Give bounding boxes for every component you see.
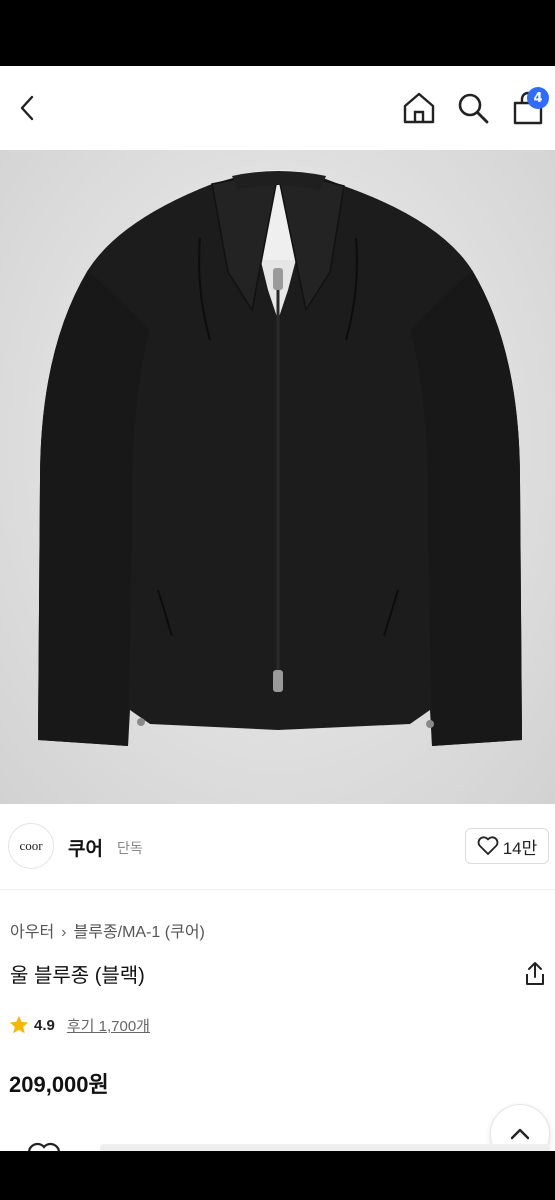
breadcrumb-subcategory[interactable]: 블루종/MA-1 (쿠어)	[74, 924, 205, 941]
chevron-right-icon: ›	[61, 924, 67, 941]
like-count: 14만	[502, 838, 538, 858]
screen-bottom-bezel	[0, 1151, 555, 1200]
cart-button[interactable]: 4	[508, 87, 549, 128]
search-icon	[458, 93, 489, 124]
brand-row: coor 쿠어 단독 14만	[0, 804, 555, 890]
product-screen: 4 coor 쿠어 단독 14만 아우터 › 블루종/MA-1 (쿠어) 울 블…	[0, 66, 555, 1151]
jacket-illustration	[38, 170, 522, 746]
heart-icon	[477, 836, 499, 855]
home-icon	[403, 92, 435, 124]
brand-name[interactable]: 쿠어	[68, 834, 103, 861]
back-button[interactable]	[8, 88, 48, 128]
product-price: 209,000원	[9, 1072, 109, 1097]
search-button[interactable]	[453, 88, 493, 128]
reviews-link[interactable]: 후기 1,700개	[67, 1015, 150, 1036]
bottom-purchase-bar	[0, 1141, 555, 1151]
product-title: 울 블루종 (블랙)	[10, 965, 145, 987]
breadcrumb-category[interactable]: 아우터	[10, 924, 54, 941]
breadcrumb: 아우터 › 블루종/MA-1 (쿠어)	[10, 918, 205, 942]
share-button[interactable]	[517, 956, 553, 992]
buy-button[interactable]	[100, 1144, 550, 1151]
chevron-left-icon	[20, 95, 34, 121]
exclusive-tag: 단독	[117, 840, 143, 856]
rating-row: 4.9 후기 1,700개	[8, 1014, 150, 1036]
heart-icon	[28, 1142, 60, 1151]
rating-score: 4.9	[34, 1016, 55, 1034]
cart-count-badge: 4	[527, 87, 549, 109]
wish-button[interactable]	[26, 1141, 62, 1151]
like-button[interactable]: 14만	[465, 828, 549, 864]
product-image[interactable]	[0, 150, 555, 804]
chevron-up-icon	[510, 1128, 530, 1140]
top-nav: 4	[0, 66, 555, 150]
star-icon	[9, 1015, 29, 1034]
brand-logo[interactable]: coor	[8, 823, 54, 869]
home-button[interactable]	[399, 88, 439, 128]
share-icon	[526, 962, 544, 985]
